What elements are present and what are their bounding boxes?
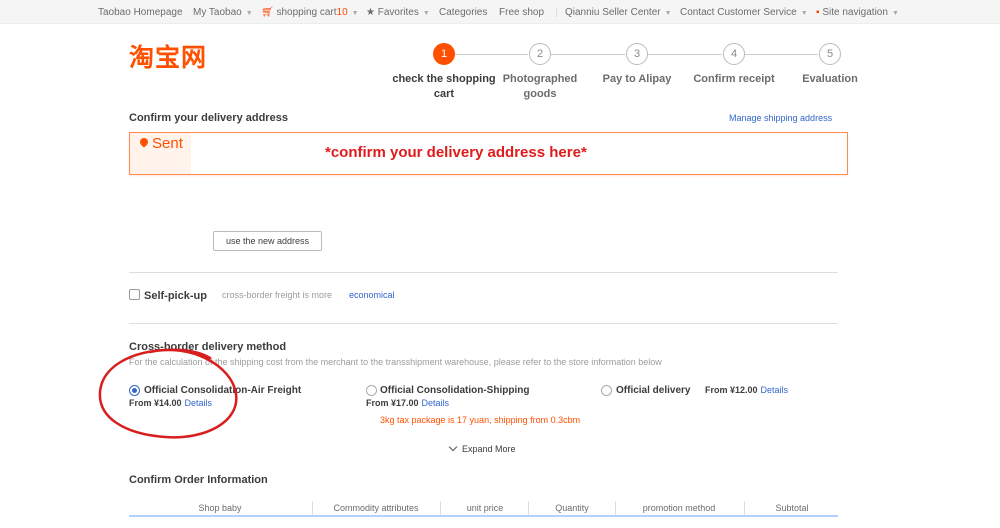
customer-service-label: Contact Customer Service xyxy=(680,7,797,18)
step-2-circle: 2 xyxy=(529,43,551,65)
step-5-circle: 5 xyxy=(819,43,841,65)
column-divider xyxy=(312,501,313,515)
column-header: promotion method xyxy=(642,503,716,513)
seller-center-menu[interactable]: Qianniu Seller Center ▼ xyxy=(565,7,672,18)
step-connector xyxy=(455,54,528,55)
free-shop-link[interactable]: Free shop xyxy=(499,7,544,18)
official-delivery-details-link[interactable]: Details xyxy=(761,385,789,395)
step-1-label: check the shopping cart xyxy=(392,73,496,100)
chevron-down-icon: ▼ xyxy=(891,10,899,17)
step-1-circle: 1 xyxy=(433,43,455,65)
air-freight-details-link[interactable]: Details xyxy=(185,398,213,408)
column-divider xyxy=(528,501,529,515)
column-header: Quantity xyxy=(555,503,589,513)
sent-tag: Sent xyxy=(130,133,191,174)
location-pin-icon xyxy=(138,136,150,148)
chevron-down-icon xyxy=(448,442,458,452)
my-taobao-label: My Taobao xyxy=(193,7,242,18)
shipping-price-row: From ¥17.00 Details xyxy=(366,398,449,408)
seller-center-label: Qianniu Seller Center xyxy=(565,7,661,18)
shipping-price: From ¥17.00 xyxy=(366,398,419,408)
divider xyxy=(556,8,557,17)
address-annotation: *confirm your delivery address here* xyxy=(325,144,587,161)
column-header: unit price xyxy=(466,503,504,513)
delivery-address-box[interactable]: Sent *confirm your delivery address here… xyxy=(129,132,848,175)
chevron-down-icon: ▼ xyxy=(245,10,253,17)
column-header: Commodity attributes xyxy=(333,503,419,513)
self-pickup-checkbox[interactable] xyxy=(129,289,140,300)
chevron-down-icon: ▼ xyxy=(800,10,808,17)
shipping-label[interactable]: Official Consolidation-Shipping xyxy=(380,385,529,396)
taobao-homepage-link[interactable]: Taobao Homepage xyxy=(98,7,183,18)
column-divider xyxy=(744,501,745,515)
official-delivery-label[interactable]: Official delivery xyxy=(616,385,690,396)
step-5-label: Evaluation xyxy=(802,73,858,85)
use-new-address-button[interactable]: use the new address xyxy=(213,231,322,251)
air-freight-price-row: From ¥14.00 Details xyxy=(129,398,212,408)
step-3-circle: 3 xyxy=(626,43,648,65)
divider xyxy=(129,323,838,324)
economical-link[interactable]: economical xyxy=(349,290,395,300)
cart-label: shopping cart xyxy=(276,7,337,18)
shipping-details-link[interactable]: Details xyxy=(422,398,450,408)
air-freight-label[interactable]: Official Consolidation-Air Freight xyxy=(144,385,301,396)
expand-more-label: Expand More xyxy=(462,444,516,454)
step-4-circle: 4 xyxy=(723,43,745,65)
my-taobao-menu[interactable]: My Taobao ▼ xyxy=(193,7,253,18)
top-nav-bar: Taobao Homepage My Taobao ▼ 🛒︎ shopping c… xyxy=(0,0,1000,24)
categories-link[interactable]: Categories xyxy=(439,7,487,18)
site-navigation-menu[interactable]: ▪ Site navigation ▼ xyxy=(816,7,899,18)
cart-icon: 🛒︎ xyxy=(261,7,274,18)
column-header: Subtotal xyxy=(775,503,809,513)
shopping-cart-link[interactable]: 🛒︎ shopping cart10 ▼ xyxy=(261,7,359,18)
step-connector xyxy=(551,54,625,55)
step-connector xyxy=(745,54,818,55)
step-connector xyxy=(648,54,722,55)
manage-shipping-address-link[interactable]: Manage shipping address xyxy=(729,113,832,123)
site-nav-label: Site navigation xyxy=(822,7,888,18)
chevron-down-icon: ▼ xyxy=(664,10,672,17)
step-3-label: Pay to Alipay xyxy=(602,73,672,85)
favorites-menu[interactable]: ★ Favorites ▼ xyxy=(366,7,430,18)
order-info-heading: Confirm Order Information xyxy=(129,474,268,486)
column-header: Shop baby xyxy=(198,503,242,513)
divider xyxy=(129,272,838,273)
cart-count: 10 xyxy=(336,7,348,18)
step-4-label: Confirm receipt xyxy=(693,73,775,85)
pickup-note: cross-border freight is more xyxy=(222,290,333,300)
column-divider xyxy=(440,501,441,515)
official-delivery-price-row: From ¥12.00 Details xyxy=(705,385,788,395)
delivery-address-heading: Confirm your delivery address xyxy=(129,112,288,124)
shipping-radio[interactable] xyxy=(366,385,377,396)
chevron-down-icon: ▼ xyxy=(351,10,359,17)
delivery-subtitle: For the calculation of the shipping cost… xyxy=(129,357,662,367)
step-2-label: Photographed goods xyxy=(502,73,578,100)
table-header-underline xyxy=(129,515,838,517)
customer-service-menu[interactable]: Contact Customer Service ▼ xyxy=(680,7,808,18)
chevron-down-icon: ▼ xyxy=(422,10,430,17)
favorites-label: Favorites xyxy=(377,7,419,18)
shipping-promo-note: 3kg tax package is 17 yuan, shipping fro… xyxy=(380,415,581,425)
cross-border-delivery-heading: Cross-border delivery method xyxy=(129,341,287,353)
air-freight-radio[interactable] xyxy=(129,385,140,396)
expand-more-button[interactable]: Expand More xyxy=(448,442,516,454)
taobao-logo[interactable]: 淘宝网 xyxy=(129,38,207,74)
air-freight-price: From ¥14.00 xyxy=(129,398,182,408)
official-delivery-radio[interactable] xyxy=(601,385,612,396)
column-divider xyxy=(615,501,616,515)
self-pickup-label: Self-pick-up xyxy=(144,290,207,302)
site-nav-icon: ▪ xyxy=(816,7,820,18)
official-delivery-price: From ¥12.00 xyxy=(705,385,758,395)
sent-label: Sent xyxy=(152,135,183,152)
star-icon: ★ xyxy=(366,7,375,18)
